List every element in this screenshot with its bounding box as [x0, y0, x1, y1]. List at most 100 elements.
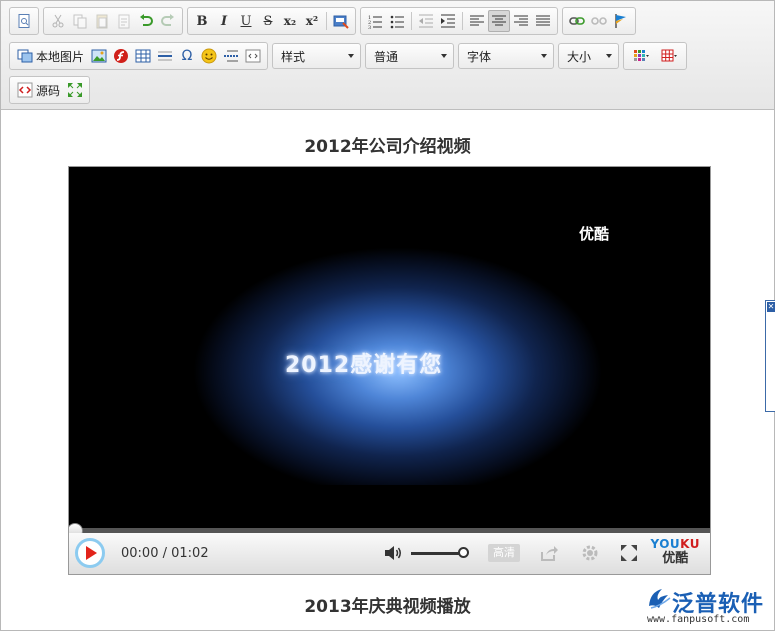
- toolbar-separator: [462, 12, 463, 30]
- special-char-button[interactable]: Ω: [176, 45, 198, 67]
- copy-button[interactable]: [69, 10, 91, 32]
- italic-button[interactable]: I: [213, 10, 235, 32]
- play-button[interactable]: [75, 538, 105, 568]
- preview-button[interactable]: [13, 10, 35, 32]
- table-grid-button[interactable]: [655, 45, 683, 67]
- chevron-down-icon: [541, 54, 548, 58]
- outdent-button[interactable]: [415, 10, 437, 32]
- underline-button[interactable]: U: [235, 10, 257, 32]
- group-paragraph: 123: [360, 7, 558, 35]
- video-frame: 优酷 2012感谢有您: [145, 215, 631, 485]
- heading-video-2012: 2012年公司介绍视频: [304, 137, 471, 157]
- site-logo: 泛普软件 www.fanpusoft.com: [646, 586, 771, 630]
- group-source: 源码: [9, 76, 91, 104]
- anchor-button[interactable]: [610, 10, 632, 32]
- strikethrough-button[interactable]: S: [257, 10, 279, 32]
- time-display: 00:00 / 01:02: [121, 546, 209, 561]
- align-center-icon: [492, 15, 506, 26]
- subscript-button[interactable]: x₂: [279, 10, 301, 32]
- svg-text:3: 3: [368, 25, 371, 29]
- undo-button[interactable]: [135, 10, 157, 32]
- page-break-icon: [224, 50, 239, 62]
- group-preview: [9, 7, 39, 35]
- video-screen[interactable]: 优酷 2012感谢有您: [69, 167, 710, 528]
- font-dropdown[interactable]: 字体: [458, 43, 555, 69]
- paste-button[interactable]: [91, 10, 113, 32]
- redo-button[interactable]: [157, 10, 179, 32]
- image-icon: [17, 49, 33, 63]
- youku-logo-text: YOUKU: [650, 537, 700, 551]
- bulleted-list-icon: [390, 15, 404, 29]
- fullscreen-icon[interactable]: [619, 543, 639, 563]
- side-floating-panel[interactable]: ✕: [765, 300, 775, 412]
- toolbar-separator: [326, 12, 327, 30]
- link-button[interactable]: [566, 10, 588, 32]
- numbered-list-button[interactable]: 123: [364, 10, 386, 32]
- video-player[interactable]: 优酷 2012感谢有您 00:00 / 01:02 高清 YOUKU 优酷: [68, 166, 711, 575]
- insert-image-button[interactable]: [88, 45, 110, 67]
- remove-format-button[interactable]: [330, 10, 352, 32]
- align-justify-icon: [536, 15, 550, 26]
- volume-icon[interactable]: [383, 543, 403, 563]
- align-right-button[interactable]: [510, 10, 532, 32]
- align-left-button[interactable]: [466, 10, 488, 32]
- table-icon: [135, 49, 151, 63]
- cut-button[interactable]: [47, 10, 69, 32]
- numbered-list-icon: 123: [368, 15, 382, 29]
- text-color-button[interactable]: [627, 45, 655, 67]
- source-label: 源码: [36, 83, 61, 98]
- quality-button[interactable]: 高清: [488, 544, 520, 562]
- iframe-button[interactable]: [242, 45, 264, 67]
- paste-text-icon: [118, 14, 130, 29]
- share-icon[interactable]: [539, 543, 559, 563]
- indent-icon: [441, 14, 455, 28]
- site-logo-url: www.fanpusoft.com: [647, 614, 750, 625]
- flag-icon: [615, 14, 626, 28]
- preview-icon: [18, 14, 30, 28]
- editor-content[interactable]: 2012年公司介绍视频 优酷 2012感谢有您 00:00 / 01:02 高清…: [1, 110, 774, 630]
- duration: 01:02: [171, 546, 209, 561]
- gear-icon[interactable]: [580, 543, 600, 563]
- size-dropdown[interactable]: 大小: [558, 43, 620, 69]
- size-dropdown-value: 大小: [567, 49, 592, 64]
- redo-icon: [161, 14, 174, 26]
- style-dropdown[interactable]: 样式: [272, 43, 362, 69]
- maximize-button[interactable]: [64, 79, 86, 101]
- page-break-button[interactable]: [220, 45, 242, 67]
- superscript-button[interactable]: x²: [301, 10, 323, 32]
- volume-handle[interactable]: [458, 547, 469, 558]
- play-icon: [86, 546, 97, 560]
- group-links: [562, 7, 636, 35]
- unlink-button[interactable]: [588, 10, 610, 32]
- undo-icon: [140, 14, 153, 26]
- chevron-down-icon: [441, 54, 448, 58]
- indent-button[interactable]: [437, 10, 459, 32]
- rich-text-editor: B I U S x₂ x² 123 本地图片 Ω 样式 普通 字体 大小 源码 …: [0, 0, 775, 631]
- emoticon-button[interactable]: [198, 45, 220, 67]
- align-right-icon: [514, 15, 528, 26]
- horizontal-rule-button[interactable]: [154, 45, 176, 67]
- source-code-icon: [17, 82, 33, 98]
- local-image-label: 本地图片: [36, 49, 85, 64]
- fanpu-logo-icon: [649, 589, 671, 609]
- group-clipboard: [43, 7, 183, 35]
- volume-slider[interactable]: [411, 547, 469, 558]
- link-icon: [569, 17, 585, 25]
- align-justify-button[interactable]: [532, 10, 554, 32]
- group-colors: [623, 42, 688, 70]
- local-image-button[interactable]: 本地图片: [13, 45, 88, 67]
- group-insert: 本地图片 Ω: [9, 42, 269, 70]
- scissors-icon: [52, 14, 64, 28]
- align-center-button[interactable]: [488, 10, 510, 32]
- unlink-icon: [591, 17, 607, 25]
- format-dropdown[interactable]: 普通: [365, 43, 455, 69]
- horizontal-rule-icon: [158, 51, 173, 61]
- insert-table-button[interactable]: [132, 45, 154, 67]
- video-watermark: 优酷: [578, 225, 609, 243]
- insert-flash-button[interactable]: [110, 45, 132, 67]
- bulleted-list-button[interactable]: [386, 10, 408, 32]
- bold-button[interactable]: B: [191, 10, 213, 32]
- source-button[interactable]: 源码: [13, 79, 64, 101]
- close-icon[interactable]: ✕: [767, 302, 775, 312]
- paste-text-button[interactable]: [113, 10, 135, 32]
